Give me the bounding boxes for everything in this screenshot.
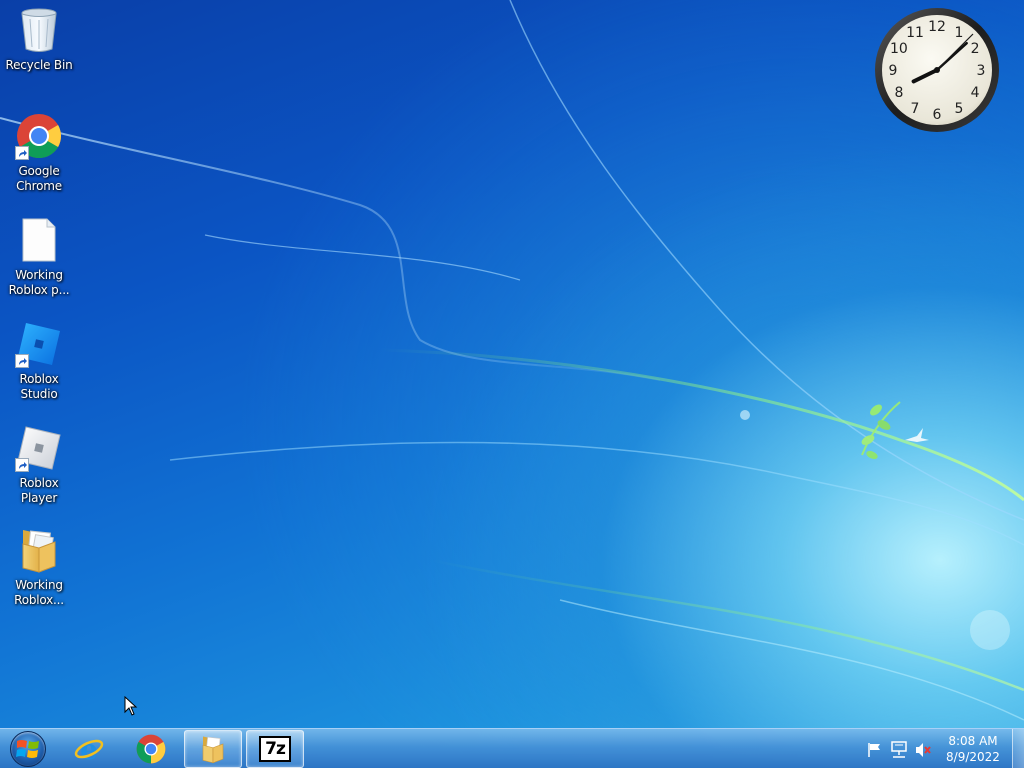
clock-gadget[interactable]: 12 1 2 3 4 5 6 7 8 9 10 11 [873,6,1001,134]
windows-logo-icon [10,731,46,767]
desktop-icon-label: Working Roblox... [14,578,64,607]
clock-numeral: 8 [894,85,903,101]
chrome-icon [136,734,166,764]
blank-file-icon [15,216,63,264]
desktop-icon-google-chrome[interactable]: Google Chrome [1,112,77,194]
recycle-bin-icon [15,6,63,54]
chrome-icon [15,112,63,160]
taskbar-7zip[interactable]: 7z [246,730,304,768]
clock-numeral: 1 [955,25,964,41]
action-center-flag-icon[interactable] [866,741,884,759]
taskbar-google-chrome[interactable] [122,730,180,768]
desktop-icon-label: Roblox Player [19,476,59,505]
desktop-icon-roblox-player[interactable]: Roblox Player [1,424,77,506]
desktop-icon-working-roblox-folder[interactable]: Working Roblox... [1,526,77,608]
folder-icon [15,526,63,574]
desktop-icon-label: Working Roblox p... [8,268,70,297]
taskbar-clock[interactable]: 8:08 AM 8/9/2022 [940,733,1006,765]
taskbar-file-explorer[interactable] [184,730,242,768]
shortcut-arrow-icon [15,146,29,160]
start-button[interactable] [0,729,56,768]
clock-numeral: 11 [906,25,924,41]
7zip-icon: 7z [259,736,291,762]
taskbar-internet-explorer[interactable]: e [60,730,118,768]
clock-numeral: 10 [890,41,908,57]
shortcut-arrow-icon [15,354,29,368]
clock-numeral: 12 [928,19,946,35]
taskbar: e 7z 8:08 AM 8/9/2022 [0,728,1024,768]
desktop-icon-label: Google Chrome [16,164,62,193]
7zip-label: 7z [265,739,286,759]
wallpaper [0,0,1024,721]
clock-numeral: 4 [971,85,980,101]
roblox-studio-icon [15,320,63,368]
internet-explorer-icon: e [74,734,104,764]
desktop-icon-label: Roblox Studio [19,372,59,401]
show-desktop-button[interactable] [1012,729,1024,768]
roblox-player-icon [15,424,63,472]
clock-numeral: 5 [955,101,964,117]
volume-muted-icon[interactable] [914,741,932,759]
desktop-icon-recycle-bin[interactable]: Recycle Bin [1,6,77,73]
clock-numeral: 7 [911,101,920,117]
shortcut-arrow-icon [15,458,29,472]
folder-icon [202,736,224,764]
desktop-icon-roblox-studio[interactable]: Roblox Studio [1,320,77,402]
analog-clock: 12 12 3 45678 9 1011 [875,8,999,132]
mouse-cursor-icon [124,696,138,716]
clock-numeral: 9 [889,63,898,79]
clock-numeral: 2 [971,41,980,57]
clock-numeral: 3 [977,63,986,79]
svg-text:e: e [80,734,98,764]
tray-time: 8:08 AM [948,734,998,748]
tray-date: 8/9/2022 [946,750,1000,764]
clock-numeral: 6 [933,107,942,123]
desktop-icon-working-roblox-file[interactable]: Working Roblox p... [1,216,77,298]
network-icon[interactable] [890,741,908,759]
desktop-icon-label: Recycle Bin [5,58,73,72]
